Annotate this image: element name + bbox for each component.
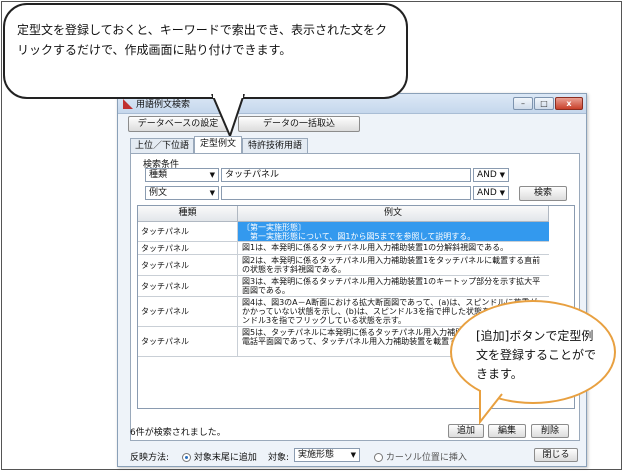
cursor-insert-radio[interactable]: カーソル位置に挿入 — [374, 450, 467, 463]
add-button[interactable]: 追加 — [448, 424, 484, 438]
cell-type: タッチパネル — [138, 255, 238, 275]
result-count-status: 6件が検索されました。 — [130, 428, 226, 438]
chevron-down-icon: ▼ — [499, 171, 505, 179]
operator-select-1[interactable]: AND ▼ — [473, 168, 509, 182]
target-label: 対象: — [268, 453, 290, 463]
callout-tail-icon — [479, 386, 503, 425]
table-row[interactable]: タッチパネル 図2は、本発明に係るタッチパネル用入力補助装置1をタッチパネルに載… — [138, 255, 549, 276]
chevron-down-icon: ▼ — [209, 171, 215, 179]
cell-phrase: 図1は、本発明に係るタッチパネル用入力補助装置1の分解斜視図である。 — [242, 243, 509, 252]
column-header-phrase[interactable]: 例文 — [238, 206, 549, 222]
chevron-down-icon: ▼ — [499, 189, 505, 197]
app-icon — [123, 99, 133, 109]
tab-hierarchy[interactable]: 上位／下位語 — [130, 138, 194, 153]
close-button[interactable]: 閉じる — [534, 448, 578, 462]
tab-fixed-phrases[interactable]: 定型例文 — [194, 136, 242, 153]
keyword-input-1[interactable]: タッチパネル — [221, 168, 471, 182]
chevron-down-icon: ▼ — [209, 189, 215, 197]
phrase-search-window: 用語例文検索 – □ x データベースの設定 データの一括取込 上位／下位語 定… — [117, 93, 587, 467]
operator-value-2: AND — [477, 188, 497, 198]
cursor-insert-radio-label: カーソル位置に挿入 — [385, 453, 467, 463]
minimize-button[interactable]: – — [513, 97, 533, 110]
search-button[interactable]: 検索 — [519, 186, 567, 201]
append-radio[interactable]: 対象末尾に追加 — [182, 450, 257, 463]
target-select-value: 実施形態 — [298, 450, 335, 460]
cell-type: タッチパネル — [138, 327, 238, 356]
edit-button[interactable]: 編集 — [488, 424, 526, 438]
callout-tail-icon — [211, 94, 245, 139]
keyword-input-2[interactable] — [221, 186, 471, 200]
chevron-down-icon: ▼ — [350, 451, 356, 459]
reflect-method-label: 反映方法: — [130, 453, 170, 463]
cell-type: タッチパネル — [138, 242, 238, 254]
radio-unselected-icon — [374, 453, 383, 462]
cell-phrase: 図2は、本発明に係るタッチパネル用入力補助装置1をタッチパネルに載置する直前の状… — [242, 256, 541, 274]
right-callout-text: [追加]ボタンで定型例文を登録することができます。 — [476, 329, 597, 381]
maximize-button[interactable]: □ — [534, 97, 554, 110]
delete-button[interactable]: 削除 — [531, 424, 569, 438]
search-field-select-2[interactable]: 例文 ▼ — [145, 186, 219, 200]
table-row[interactable]: タッチパネル 図1は、本発明に係るタッチパネル用入力補助装置1の分解斜視図である… — [138, 242, 549, 255]
radio-selected-icon — [182, 453, 191, 462]
top-callout-text: 定型文を登録しておくと、キーワードで索出でき、表示された文をクリックするだけで、… — [17, 23, 387, 57]
cell-type: タッチパネル — [138, 276, 238, 296]
bottom-bar: 反映方法: 対象末尾に追加 対象: 実施形態 ▼ カーソル位置に挿入 閉じる — [118, 446, 586, 466]
search-field-value-1: 種類 — [149, 170, 168, 180]
operator-value-1: AND — [477, 170, 497, 180]
table-row[interactable]: タッチパネル 〔第一実施形態〕 第一実施形態について、図1から図5までを参照して… — [138, 222, 549, 242]
cell-type: タッチパネル — [138, 222, 238, 241]
column-header-type[interactable]: 種類 — [138, 206, 238, 222]
operator-select-2[interactable]: AND ▼ — [473, 186, 509, 200]
cell-phrase: 〔第一実施形態〕 第一実施形態について、図1から図5までを参照して説明する。 — [238, 222, 549, 241]
target-select[interactable]: 実施形態 ▼ — [294, 448, 360, 462]
bulk-import-button[interactable]: データの一括取込 — [238, 116, 360, 132]
table-row[interactable]: タッチパネル 図3は、本発明に係るタッチパネル用入力補助装置1のキートップ部分を… — [138, 276, 549, 297]
append-radio-label: 対象末尾に追加 — [193, 453, 257, 463]
search-field-value-2: 例文 — [149, 188, 168, 198]
search-field-select-1[interactable]: 種類 ▼ — [145, 168, 219, 182]
cell-type: タッチパネル — [138, 297, 238, 326]
cell-phrase: 図3は、本発明に係るタッチパネル用入力補助装置1のキートップ部分を示す拡大平面図… — [242, 277, 541, 295]
tab-technical-terms[interactable]: 特許技術用語 — [242, 138, 308, 153]
close-window-button[interactable]: x — [555, 97, 583, 110]
